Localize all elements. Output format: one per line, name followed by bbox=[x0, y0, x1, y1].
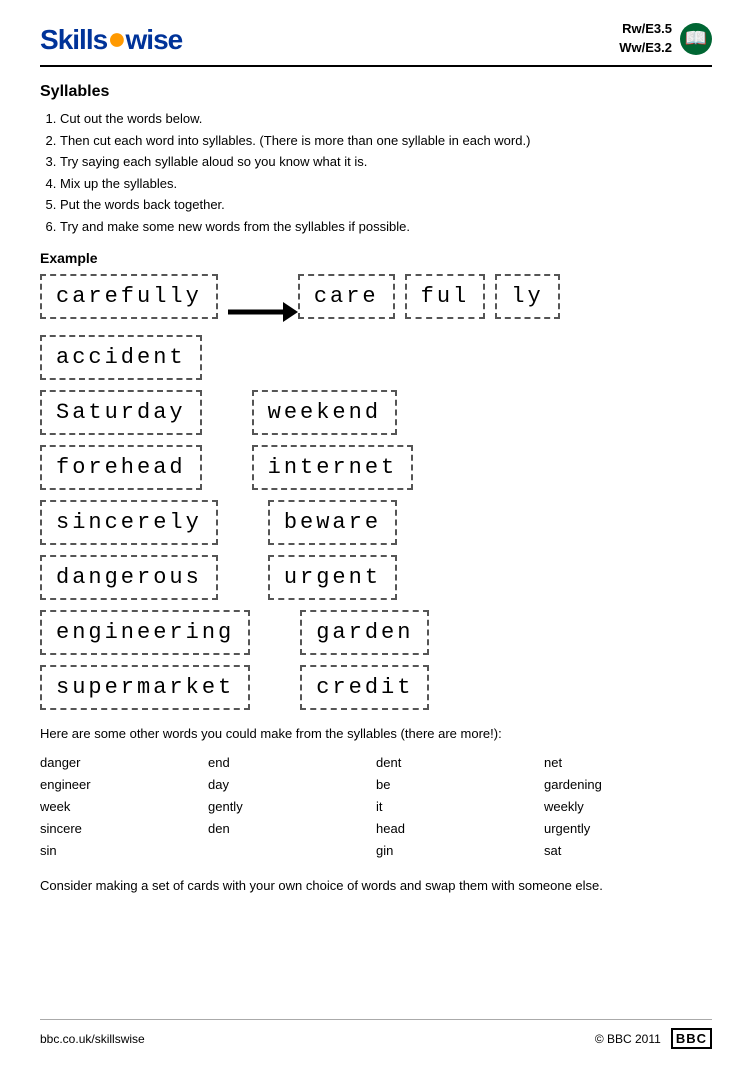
col4-word2: gardening bbox=[544, 774, 712, 796]
word-internet: internet bbox=[252, 445, 414, 490]
consider-text: Consider making a set of cards with your… bbox=[40, 876, 712, 896]
word-col-2: end day gently den bbox=[208, 752, 376, 862]
col2-word3: gently bbox=[208, 796, 376, 818]
example-part-ful: ful bbox=[405, 274, 486, 319]
logo-l2: l bbox=[86, 24, 93, 55]
col3-word3: it bbox=[376, 796, 544, 818]
example-word: carefully bbox=[40, 274, 218, 319]
footer-right: © BBC 2011 BBC bbox=[595, 1028, 712, 1049]
word-forehead: forehead bbox=[40, 445, 202, 490]
word-garden: garden bbox=[300, 610, 429, 655]
col4-word1: net bbox=[544, 752, 712, 774]
logo-skills: S bbox=[40, 24, 58, 55]
code2: Ww/E3.2 bbox=[619, 39, 672, 57]
instruction-3: Try saying each syllable aloud so you kn… bbox=[60, 152, 712, 172]
logo-k: k bbox=[58, 24, 73, 55]
word-saturday: Saturday bbox=[40, 390, 202, 435]
instruction-5: Put the words back together. bbox=[60, 195, 712, 215]
word-dangerous: dangerous bbox=[40, 555, 218, 600]
logo-wise: wise bbox=[126, 24, 183, 55]
col1-word3: week bbox=[40, 796, 208, 818]
instruction-1: Cut out the words below. bbox=[60, 109, 712, 129]
other-words-intro: Here are some other words you could make… bbox=[40, 724, 712, 744]
word-row-sincerely: sincerely beware bbox=[40, 500, 712, 545]
code-text: Rw/E3.5 Ww/E3.2 bbox=[619, 20, 672, 56]
word-row-accident: accident bbox=[40, 335, 712, 380]
word-engineering: engineering bbox=[40, 610, 250, 655]
word-row-dangerous: dangerous urgent bbox=[40, 555, 712, 600]
word-row-supermarket: supermarket credit bbox=[40, 665, 712, 710]
col1-word1: danger bbox=[40, 752, 208, 774]
bbc-logo-text: BBC bbox=[676, 1031, 707, 1046]
logo-l: l bbox=[79, 24, 86, 55]
word-beware: beware bbox=[268, 500, 397, 545]
word-row-forehead: forehead internet bbox=[40, 445, 712, 490]
footer-copyright: © BBC 2011 bbox=[595, 1032, 661, 1046]
bbc-logo: BBC bbox=[671, 1028, 712, 1049]
footer-url: bbc.co.uk/skillswise bbox=[40, 1032, 145, 1046]
logo-s2: s bbox=[93, 24, 108, 55]
col4-word4: urgently bbox=[544, 818, 712, 840]
word-credit: credit bbox=[300, 665, 429, 710]
instruction-2: Then cut each word into syllables. (Ther… bbox=[60, 131, 712, 151]
word-grid: accident Saturday weekend forehead inter… bbox=[40, 335, 712, 710]
col1-word4: sincere bbox=[40, 818, 208, 840]
col3-word4: head bbox=[376, 818, 544, 840]
example-part-ly: ly bbox=[495, 274, 559, 319]
word-row-engineering: engineering garden bbox=[40, 610, 712, 655]
word-supermarket: supermarket bbox=[40, 665, 250, 710]
page: Skills●wise Rw/E3.5 Ww/E3.2 📖 Syllables … bbox=[0, 0, 752, 1065]
code1: Rw/E3.5 bbox=[619, 20, 672, 38]
logo-dot: ● bbox=[107, 20, 125, 56]
instructions-list: Cut out the words below. Then cut each w… bbox=[40, 109, 712, 236]
word-weekend: weekend bbox=[252, 390, 397, 435]
word-accident: accident bbox=[40, 335, 202, 380]
logo: Skills●wise bbox=[40, 20, 182, 57]
example-row: carefully care ful ly bbox=[40, 274, 712, 319]
instruction-6: Try and make some new words from the syl… bbox=[60, 217, 712, 237]
word-row-saturday: Saturday weekend bbox=[40, 390, 712, 435]
col3-word2: be bbox=[376, 774, 544, 796]
col1-word2: engineer bbox=[40, 774, 208, 796]
example-part-care: care bbox=[298, 274, 395, 319]
badge-icon: 📖 bbox=[680, 23, 712, 55]
col2-word4: den bbox=[208, 818, 376, 840]
col2-word1: end bbox=[208, 752, 376, 774]
col3-word1: dent bbox=[376, 752, 544, 774]
word-col-4: net gardening weekly urgently sat bbox=[544, 752, 712, 862]
col4-word5: sat bbox=[544, 840, 712, 862]
col1-word5: sin bbox=[40, 840, 208, 862]
header: Skills●wise Rw/E3.5 Ww/E3.2 📖 bbox=[40, 20, 712, 67]
word-columns: danger engineer week sincere sin end day… bbox=[40, 752, 712, 862]
word-col-3: dent be it head gin bbox=[376, 752, 544, 862]
example-label: Example bbox=[40, 250, 712, 266]
page-footer: bbc.co.uk/skillswise © BBC 2011 BBC bbox=[40, 1019, 712, 1049]
col2-word2: day bbox=[208, 774, 376, 796]
page-title: Syllables bbox=[40, 83, 712, 101]
word-sincerely: sincerely bbox=[40, 500, 218, 545]
instruction-4: Mix up the syllables. bbox=[60, 174, 712, 194]
word-col-1: danger engineer week sincere sin bbox=[40, 752, 208, 862]
code-badge: Rw/E3.5 Ww/E3.2 📖 bbox=[619, 20, 712, 56]
word-urgent: urgent bbox=[268, 555, 397, 600]
col3-word5: gin bbox=[376, 840, 544, 862]
col4-word3: weekly bbox=[544, 796, 712, 818]
